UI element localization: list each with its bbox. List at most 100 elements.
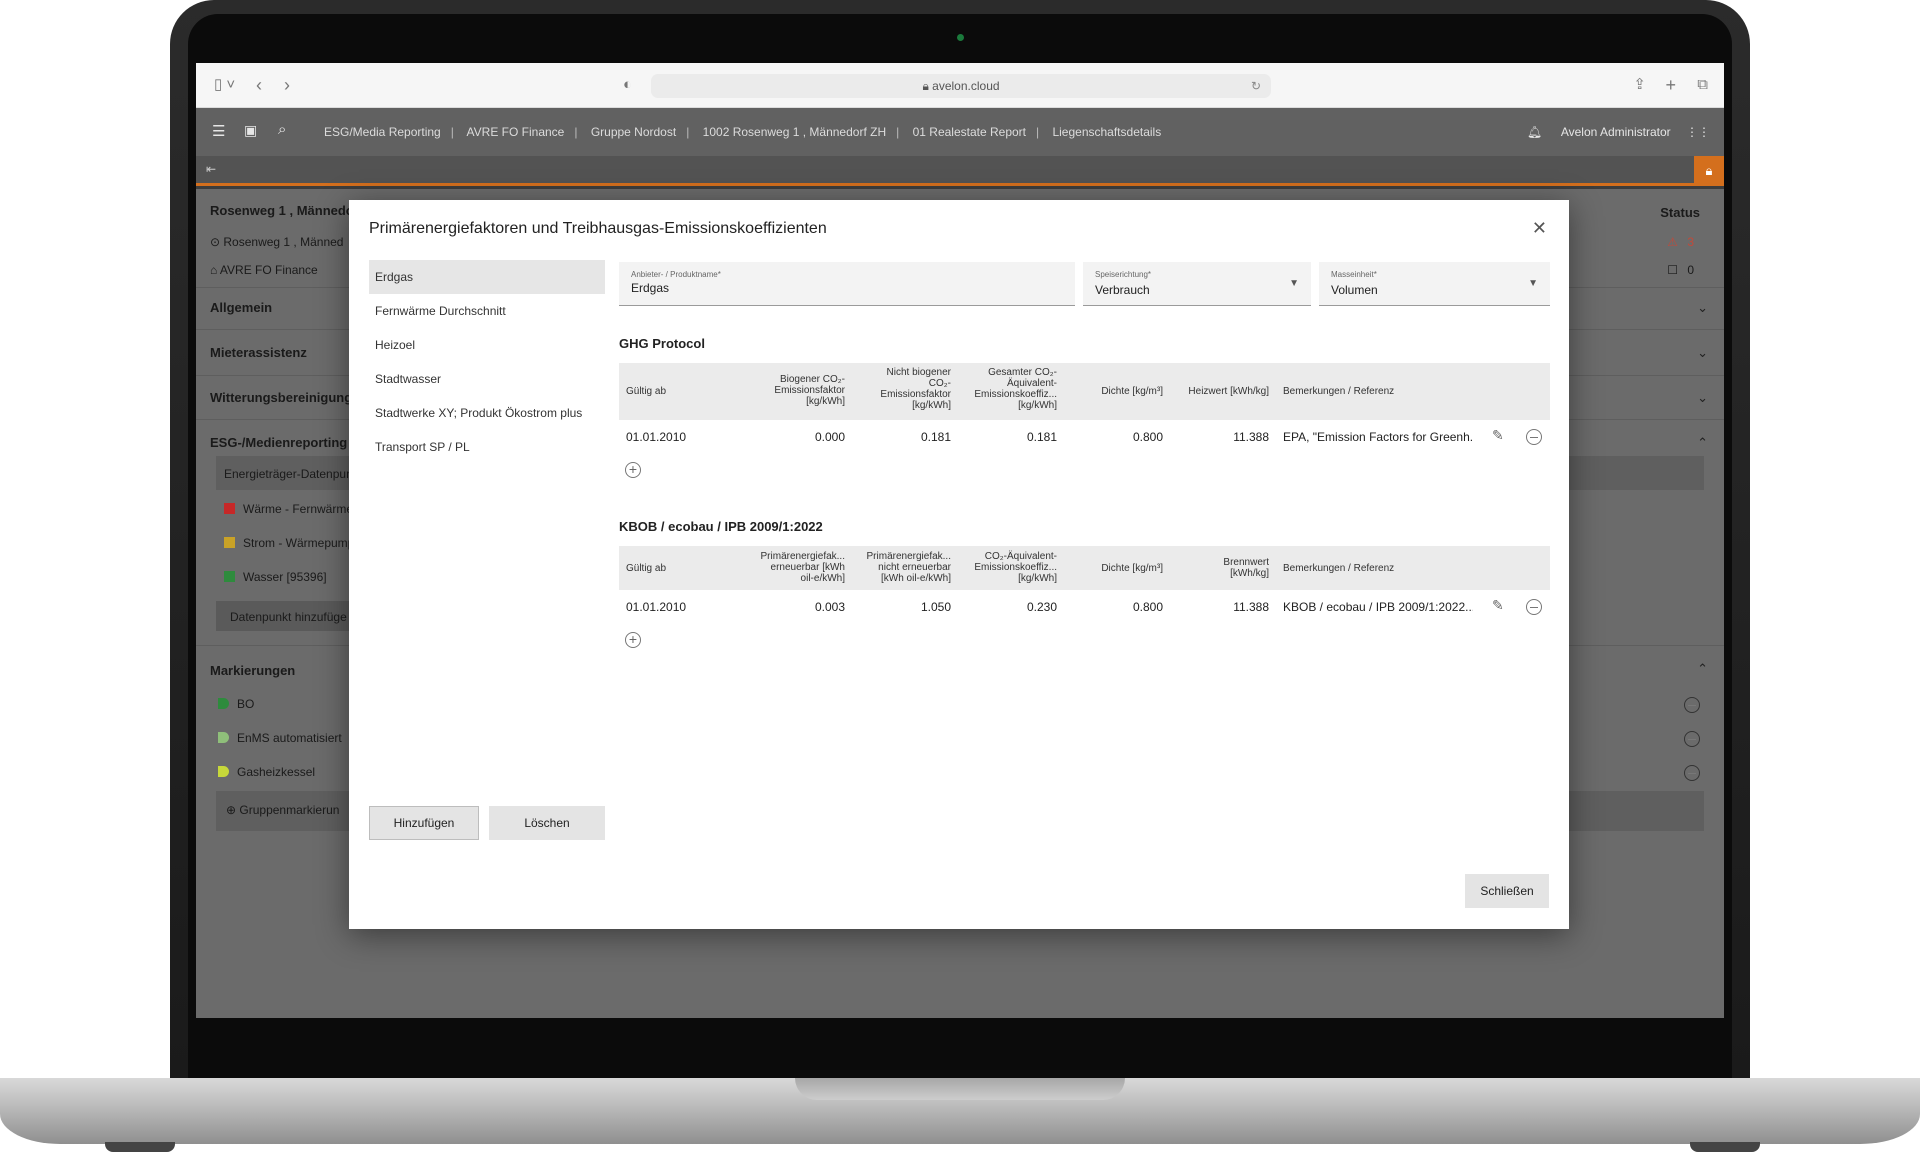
section-header[interactable]: Allgemein [210, 300, 272, 315]
chevron-down-icon[interactable]: ⌄ [1697, 300, 1708, 316]
property-org: ⌂ AVRE FO Finance [210, 263, 318, 277]
product-list-item[interactable]: Stadtwerke XY; Produkt Ökostrom plus [369, 396, 605, 430]
column-header: Gültig ab [626, 386, 667, 397]
section-header[interactable]: Witterungsbereinigung [210, 390, 352, 405]
new-tab-icon[interactable]: + [1665, 76, 1676, 94]
briefcase-icon[interactable]: ▣ [244, 122, 257, 139]
marking-item[interactable]: EnMS automatisiert [218, 731, 342, 745]
collapse-panel-icon[interactable]: ⇤ [206, 162, 216, 176]
add-button[interactable]: Hinzufügen [369, 806, 479, 840]
add-datapoint-label: Datenpunkt hinzufüge [230, 610, 347, 624]
edit-pencil-icon[interactable]: ✎ [1492, 427, 1504, 444]
chevron-up-icon[interactable]: ⌃ [1697, 661, 1708, 677]
table-cell: 0.000 [814, 430, 845, 444]
remove-marking-icon[interactable] [1684, 731, 1700, 747]
breadcrumb-item[interactable]: ESG/Media Reporting [324, 125, 441, 139]
table-cell: 0.800 [1132, 430, 1163, 444]
datapoint-item[interactable]: Wärme - Fernwärme [224, 502, 353, 516]
breadcrumb-item[interactable]: AVRE FO Finance [467, 125, 565, 139]
table-cell: 11.388 [1233, 600, 1269, 614]
breadcrumb-item[interactable]: 01 Realestate Report [913, 125, 1026, 139]
search-icon[interactable]: ⌕ [278, 121, 286, 138]
back-icon[interactable]: ‹ [256, 76, 262, 94]
product-list-item[interactable]: Transport SP / PL [369, 430, 605, 464]
datapoint-item[interactable]: Strom - Wärmepump [224, 536, 354, 550]
chevron-down-icon[interactable]: ⌄ [1697, 390, 1708, 406]
location-pin-icon: ⊙ [210, 235, 224, 249]
add-group-marking[interactable]: ⊕ Gruppenmarkierun [226, 803, 339, 817]
sidebar-toggle-icon[interactable]: ▯ ˅ [214, 76, 235, 94]
column-header: CO₂-Äquivalent- Emissionskoeffiz... [kg/… [974, 551, 1057, 584]
alarm-count: 3 [1687, 235, 1694, 249]
tabs-overview-icon[interactable]: ⧉ [1697, 76, 1708, 94]
product-list-item[interactable]: Heizoel [369, 328, 605, 362]
remove-marking-icon[interactable] [1684, 697, 1700, 713]
product-list-item[interactable]: Fernwärme Durchschnitt [369, 294, 605, 328]
table-cell: EPA, "Emission Factors for Greenh... [1283, 430, 1473, 444]
header-right: 🔔︎ Avelon Administrator ⋮⋮ [1527, 108, 1710, 156]
url-text: avelon.cloud [932, 79, 1000, 93]
table-cell: 11.388 [1233, 430, 1269, 444]
provider-name-field[interactable]: Anbieter- / Produktname* Erdgas [619, 262, 1075, 306]
table-cell: 0.003 [814, 600, 845, 614]
marking-item[interactable]: BO [218, 697, 254, 711]
field-label: Masseinheit* [1331, 270, 1377, 279]
user-name[interactable]: Avelon Administrator [1561, 125, 1671, 139]
add-row-icon[interactable]: + [625, 632, 641, 648]
menu-icon[interactable]: ☰ [212, 122, 225, 140]
column-header: Bemerkungen / Referenz [1283, 386, 1395, 397]
column-header: Biogener CO₂- Emissionsfaktor [kg/kWh] [774, 374, 845, 407]
product-list-item[interactable]: Erdgas [369, 260, 605, 294]
remove-row-icon[interactable] [1526, 429, 1542, 445]
remove-marking-icon[interactable] [1684, 765, 1700, 781]
table-cell: 01.01.2010 [626, 600, 687, 614]
color-swatch [224, 571, 235, 582]
address-bar[interactable]: 🔒︎ avelon.cloud ↻ [651, 74, 1271, 98]
tag-icon [218, 766, 229, 777]
breadcrumb-item[interactable]: 1002 Rosenweg 1 , Männedorf ZH [703, 125, 886, 139]
remove-row-icon[interactable] [1526, 599, 1542, 615]
product-list-item[interactable]: Stadtwasser [369, 362, 605, 396]
section-header[interactable]: Mieterassistenz [210, 345, 307, 360]
apps-grid-icon[interactable]: ⋮⋮ [1686, 125, 1710, 139]
field-label: Anbieter- / Produktname* [631, 270, 721, 279]
tag-icon [218, 698, 229, 709]
forward-icon[interactable]: › [284, 76, 290, 94]
marking-item[interactable]: Gasheizkessel [218, 765, 315, 779]
dialog-title: Primärenergiefaktoren und Treibhausgas-E… [369, 220, 827, 237]
lock-icon: 🔒︎ [922, 79, 933, 93]
table-cell: 0.800 [1132, 600, 1163, 614]
chevron-down-icon[interactable]: ⌄ [1697, 345, 1708, 361]
bell-icon[interactable]: 🔔︎ [1527, 125, 1542, 139]
reload-icon[interactable]: ↻ [1251, 74, 1261, 98]
building-icon: ⌂ [210, 263, 220, 277]
color-swatch [224, 503, 235, 514]
unit-select[interactable]: Masseinheit* Volumen ▼ [1319, 262, 1550, 306]
feed-direction-select[interactable]: Speiserichtung* Verbrauch ▼ [1083, 262, 1311, 306]
delete-button[interactable]: Löschen [489, 806, 605, 840]
breadcrumb-item[interactable]: Gruppe Nordost [591, 125, 676, 139]
lock-button[interactable]: 🔒︎ [1694, 156, 1724, 186]
breadcrumb-item[interactable]: Liegenschaftsdetails [1052, 125, 1161, 139]
section-header[interactable]: ESG-/Medienreporting [210, 435, 347, 450]
privacy-shield-icon[interactable]: ◐ [623, 76, 632, 94]
laptop-base [0, 1078, 1920, 1144]
task-status-icon: ☐ [1667, 263, 1678, 277]
table-cell: 0.230 [1026, 600, 1057, 614]
share-icon[interactable]: ⇪ [1633, 76, 1646, 94]
column-header: Primärenergiefak... nicht erneuerbar [kW… [866, 551, 951, 584]
add-row-icon[interactable]: + [625, 462, 641, 478]
edit-pencil-icon[interactable]: ✎ [1492, 597, 1504, 614]
close-button[interactable]: Schließen [1465, 874, 1549, 908]
close-icon[interactable]: ✕ [1532, 218, 1547, 239]
table-cell: 1.050 [920, 600, 951, 614]
section-title: KBOB / ecobau / IPB 2009/1:2022 [619, 519, 823, 534]
column-header: Brennwert [kWh/kg] [1223, 557, 1269, 579]
kbob-table: Gültig ab Primärenergiefak... erneuerbar… [619, 546, 1550, 648]
column-header: Gültig ab [626, 563, 667, 574]
add-icon: ⊕ [226, 803, 240, 817]
chevron-up-icon[interactable]: ⌃ [1697, 435, 1708, 451]
browser-toolbar: ▯ ˅ ‹ › ◐ 🔒︎ avelon.cloud ↻ ⇪ + ⧉ [196, 63, 1724, 108]
datapoint-item[interactable]: Wasser [95396] [224, 570, 327, 584]
markings-title: Markierungen [210, 663, 296, 678]
